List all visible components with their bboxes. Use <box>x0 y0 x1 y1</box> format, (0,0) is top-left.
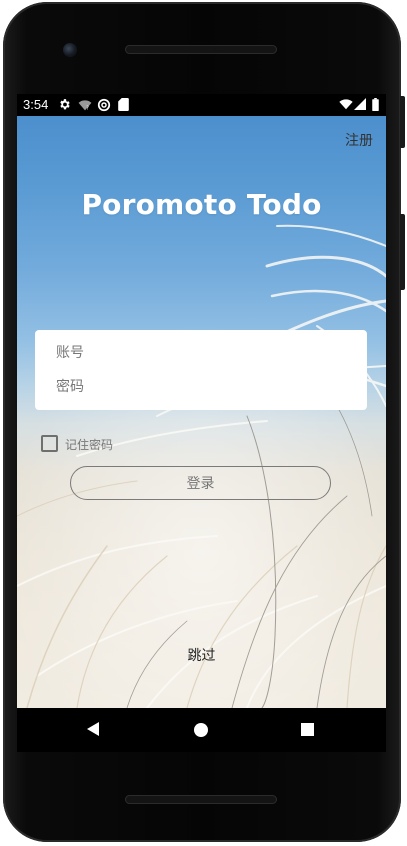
remember-password-checkbox[interactable] <box>41 435 58 452</box>
login-card <box>35 330 367 410</box>
top-speaker <box>125 45 277 54</box>
settings-gear-icon <box>60 99 70 110</box>
bottom-speaker <box>125 795 277 804</box>
status-time: 3:54 <box>23 97 49 112</box>
sd-card-icon <box>118 98 129 111</box>
app-title: Poromoto Todo <box>81 188 322 221</box>
login-button[interactable]: 登录 <box>70 466 331 500</box>
wifi-signal-icon <box>339 99 353 110</box>
home-icon[interactable] <box>194 723 208 737</box>
back-icon[interactable] <box>87 722 99 736</box>
status-bar: 3:54 ? <box>17 94 386 116</box>
skip-link[interactable]: 跳过 <box>17 645 386 665</box>
svg-text:?: ? <box>86 106 89 111</box>
wifi-calling-icon: ? <box>78 100 92 111</box>
login-screen: 注册 Poromoto Todo 记住密码 登录 跳过 <box>17 116 386 708</box>
navigation-bar <box>17 708 386 752</box>
volume-button <box>400 214 405 290</box>
account-input[interactable] <box>56 338 351 368</box>
power-button <box>400 96 405 148</box>
remember-password-label: 记住密码 <box>65 438 114 452</box>
register-link[interactable]: 注册 <box>345 130 373 150</box>
password-input[interactable] <box>56 372 351 402</box>
battery-icon <box>372 98 379 111</box>
recents-icon[interactable] <box>301 723 314 736</box>
phone-device: 3:54 ? 注册 Poromoto Todo 账号 记住密码 登录 跳过 <box>0 0 407 846</box>
cell-signal-icon <box>354 98 366 110</box>
sync-circle-icon <box>97 98 111 112</box>
front-camera-icon <box>63 43 77 57</box>
